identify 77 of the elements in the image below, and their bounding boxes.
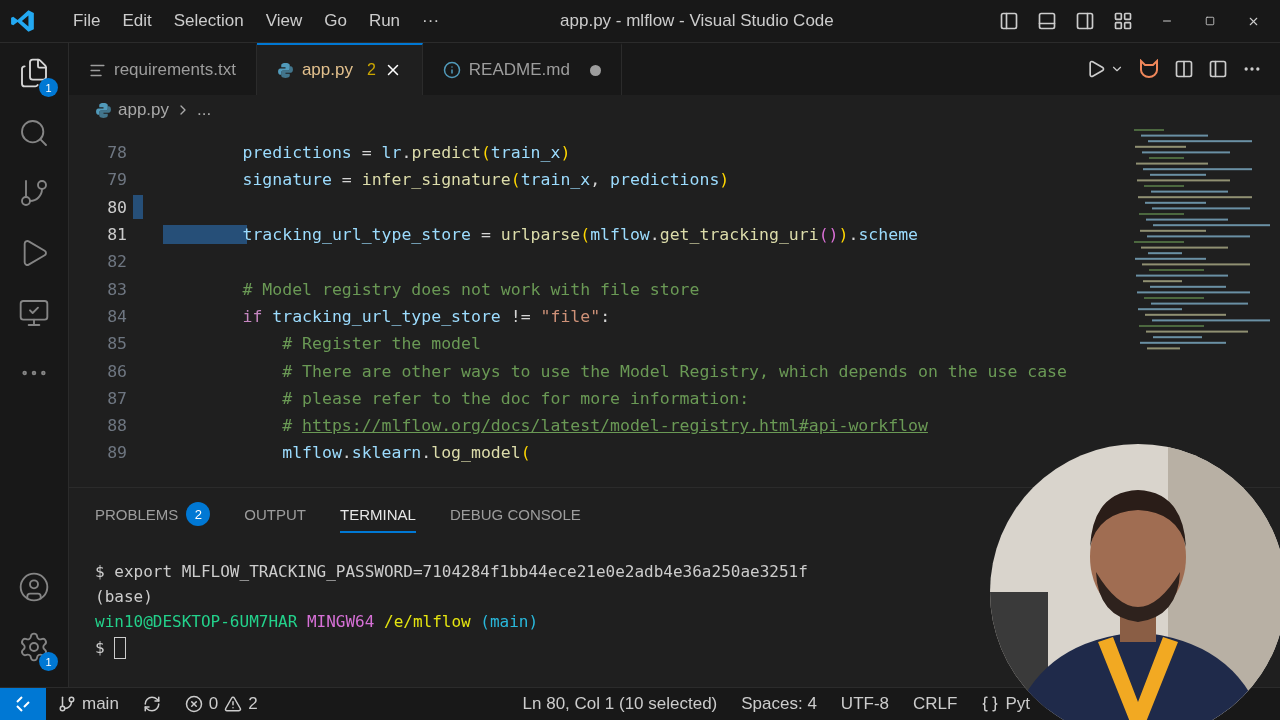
unsaved-dot-icon — [589, 64, 601, 76]
code-line: # Model registry does not work with file store — [241, 279, 700, 299]
line-number: 85 — [106, 334, 127, 354]
menu-item[interactable]: View — [256, 11, 312, 31]
python-icon — [95, 101, 112, 119]
python-icon — [276, 61, 294, 79]
panel-tab[interactable]: TERMINAL — [340, 493, 416, 533]
menu-item[interactable]: Run — [359, 11, 410, 31]
problem-count: 2 — [366, 61, 376, 79]
account-icon[interactable] — [18, 571, 50, 603]
app-logo-icon — [10, 8, 36, 34]
encoding-status[interactable]: UTF-8 — [828, 694, 902, 714]
info-icon — [442, 61, 461, 79]
line-number: 81 — [106, 225, 127, 245]
line-number: 79 — [106, 170, 127, 190]
sidebar-toggle-icon[interactable] — [999, 11, 1019, 31]
code-line: # please refer to the doc for more information: — [281, 388, 750, 408]
cat-icon[interactable] — [1138, 59, 1160, 79]
notification-badge: 1 — [39, 652, 58, 671]
menu-item[interactable]: File — [64, 11, 110, 31]
line-number: 86 — [106, 361, 127, 381]
warning-count[interactable]: 2 — [248, 694, 258, 714]
sync-icon[interactable] — [142, 695, 161, 713]
notification-badge: 1 — [39, 78, 58, 97]
indentation-status[interactable]: Spaces: 4 — [729, 694, 829, 714]
line-number: 83 — [106, 279, 127, 299]
panel-toggle-icon[interactable] — [1037, 11, 1057, 31]
layout-icon[interactable] — [1113, 11, 1133, 31]
breadcrumb-item[interactable]: ... — [197, 100, 212, 120]
line-number: 78 — [106, 143, 127, 163]
terminal-cursor — [114, 637, 127, 659]
breadcrumb-item[interactable]: app.py — [118, 100, 170, 120]
split-editor-icon[interactable] — [1208, 59, 1228, 79]
line-number: 87 — [106, 388, 127, 408]
code-line: # Register the model — [281, 334, 481, 354]
code-line: # https://mlflow.org/docs/latest/model-registry.html#api-workflow — [281, 416, 928, 436]
menu-item[interactable]: Edit — [113, 11, 161, 31]
warning-icon — [224, 695, 243, 713]
code-line: predictions = lr.predict(train_x) — [241, 143, 571, 163]
terminal-line: $ export MLFLOW_TRACKING_PASSWORD=7104284f1bb44ece21e0e2adb4e36a250ae3251f — [95, 562, 809, 583]
remote-icon — [14, 695, 32, 713]
editor-tab[interactable]: app.py 2 — [256, 43, 423, 95]
secondary-sidebar-icon[interactable] — [1075, 11, 1095, 31]
branch-icon — [58, 695, 76, 713]
source-control-icon[interactable] — [18, 177, 50, 209]
restore-icon[interactable] — [1205, 16, 1215, 26]
line-number: 84 — [106, 306, 127, 326]
code-line: mlflow.sklearn.log_model( — [281, 443, 531, 463]
line-number: 88 — [106, 416, 127, 436]
panel-tab[interactable]: DEBUG CONSOLE — [449, 493, 581, 533]
problem-count: 2 — [186, 502, 211, 526]
window-title: app.py - mlflow - Visual Studio Code — [560, 11, 835, 31]
error-icon — [184, 695, 203, 713]
cursor-position[interactable]: Ln 80, Col 1 (10 selected) — [510, 694, 730, 714]
run-icon[interactable] — [1086, 59, 1106, 79]
preview-icon[interactable] — [1174, 59, 1194, 79]
code-line: if tracking_url_type_store != "file": — [241, 306, 611, 326]
search-icon[interactable] — [18, 117, 50, 149]
menu-item[interactable]: ··· — [413, 11, 449, 31]
line-ending-status[interactable]: CRLF — [901, 694, 970, 714]
line-number: 82 — [106, 252, 127, 272]
language-status[interactable]: Pyt — [969, 694, 1042, 714]
panel-tab[interactable]: PROBLEMS 2 — [95, 490, 211, 536]
menu-item[interactable]: Selection — [164, 11, 253, 31]
line-number: 89 — [106, 443, 127, 463]
code-line: signature = infer_signature(train_x, predictions) — [241, 170, 730, 190]
panel-tab[interactable]: OUTPUT — [244, 493, 307, 533]
menu-item[interactable]: Go — [315, 11, 356, 31]
code-line: # There are other ways to use the Model Registry, which depends on the use case — [281, 361, 1067, 381]
branch-status[interactable]: main — [46, 694, 131, 714]
error-count[interactable]: 0 — [208, 694, 219, 714]
terminal-line: (base) — [95, 587, 154, 608]
remote-button[interactable] — [0, 688, 46, 720]
line-number: 80 — [106, 197, 127, 217]
braces-icon — [981, 695, 1000, 713]
terminal-line: win10@DESKTOP-6UM7HAR MINGW64 /e/mlflow (main) — [95, 612, 540, 633]
remote-explorer-icon[interactable] — [18, 297, 50, 329]
